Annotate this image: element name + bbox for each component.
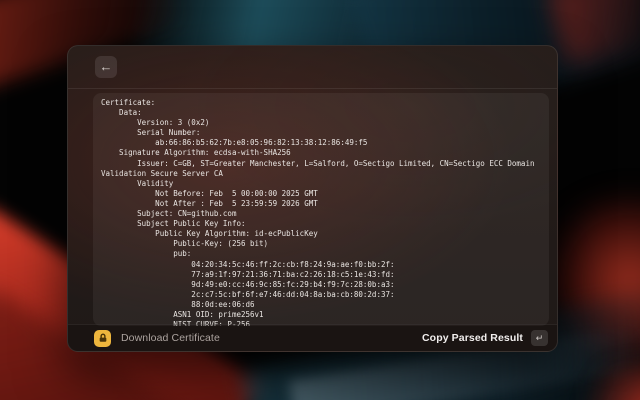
back-button[interactable]: ← — [95, 56, 117, 78]
lock-icon — [94, 329, 111, 347]
primary-action[interactable]: Copy Parsed Result ↵ — [422, 330, 548, 346]
back-arrow-icon: ← — [99, 59, 113, 74]
certificate-detail-window: ← Certificate: Data: Version: 3 (0x2) Se… — [67, 45, 558, 352]
titlebar: ← — [68, 46, 557, 89]
certificate-text: Certificate: Data: Version: 3 (0x2) Seri… — [101, 98, 535, 326]
copy-parsed-result-button[interactable]: Copy Parsed Result — [422, 332, 523, 344]
download-certificate-label: Download Certificate — [121, 332, 220, 344]
action-bar: Download Certificate Copy Parsed Result … — [68, 324, 557, 351]
return-key-icon: ↵ — [531, 330, 548, 346]
certificate-code-panel[interactable]: Certificate: Data: Version: 3 (0x2) Seri… — [93, 93, 549, 326]
wallpaper-red-patch — [575, 365, 640, 400]
command-info: Download Certificate — [94, 329, 422, 347]
